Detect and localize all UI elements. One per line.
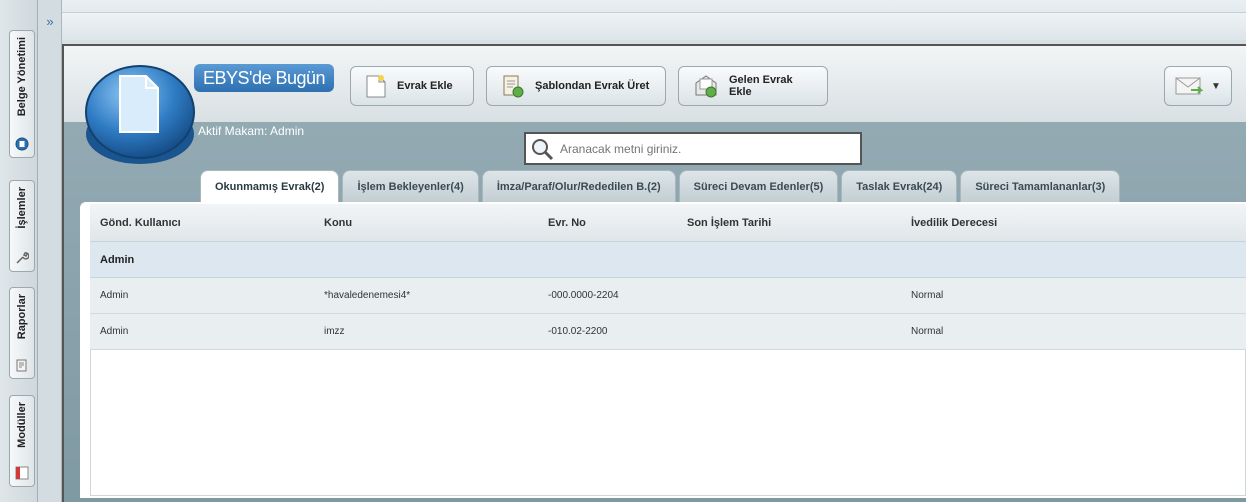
button-label: Şablondan Evrak Üret <box>535 80 650 92</box>
table-row[interactable]: Admin *havaledenemesi4* -000.0000-2204 N… <box>90 278 1246 314</box>
nav-label: Raporlar <box>16 294 28 340</box>
search-input[interactable] <box>560 141 850 156</box>
tab-sureci-devam-edenler[interactable]: Süreci Devam Edenler(5) <box>678 170 839 202</box>
wrench-icon <box>16 252 29 264</box>
cell-subject: *havaledenemesi4* <box>324 290 411 301</box>
cell-subject: imzz <box>324 326 345 337</box>
evrak-ekle-button[interactable]: Evrak Ekle <box>350 66 474 106</box>
column-header[interactable]: Konu <box>324 204 352 242</box>
tab-taslak-evrak[interactable]: Taslak Evrak(24) <box>841 170 958 202</box>
search-icon <box>532 138 554 160</box>
nav-label: Belge Yönetimi <box>16 37 28 117</box>
sablondan-evrak-uret-button[interactable]: Şablondan Evrak Üret <box>486 66 666 106</box>
report-icon <box>16 359 27 372</box>
cell-priority: Normal <box>911 326 944 337</box>
ebys-logo-icon <box>85 65 195 164</box>
main-panel: EBYS'de Bugün Aktif Makam: Admin Evrak E… <box>62 44 1246 502</box>
table-row[interactable]: Admin imzz -010.02-2200 Normal <box>90 314 1246 350</box>
module-icon <box>15 466 29 480</box>
left-nav: Belge Yönetimi İşlemler Raporlar Modülle… <box>0 0 38 502</box>
incoming-document-icon <box>695 75 717 98</box>
column-header[interactable]: İvedilik Derecesi <box>911 204 997 242</box>
cell-priority: Normal <box>911 290 944 301</box>
document-manager-icon <box>15 137 29 151</box>
column-header[interactable]: Gönd. Kullanıcı <box>100 204 181 242</box>
cell-sender: Admin <box>100 326 129 337</box>
tab-imza-paraf[interactable]: İmza/Paraf/Olur/Rededilen B.(2) <box>481 170 676 202</box>
group-row[interactable]: Admin <box>90 242 1246 278</box>
nav-label: Modüller <box>16 402 28 448</box>
app-title: EBYS'de Bugün <box>194 64 334 92</box>
search-box <box>524 132 862 165</box>
chevron-down-icon: ▼ <box>1211 80 1221 92</box>
tab-okunmamis-evrak[interactable]: Okunmamış Evrak(2) <box>200 170 340 202</box>
expand-icon[interactable]: » <box>38 14 62 29</box>
column-header[interactable]: Evr. No <box>548 204 586 242</box>
cell-doc-no: -000.0000-2204 <box>548 290 619 301</box>
nav-islemler[interactable]: İşlemler <box>9 180 35 272</box>
button-label: Gelen Evrak Ekle <box>729 74 793 98</box>
top-bar <box>62 0 1246 46</box>
new-document-icon <box>366 75 386 98</box>
nav-moduller[interactable]: Modüller <box>9 395 35 487</box>
nav-label: İşlemler <box>16 187 28 229</box>
active-makam: Aktif Makam: Admin <box>198 124 305 138</box>
template-document-icon <box>503 75 524 98</box>
column-header[interactable]: Son İşlem Tarihi <box>687 204 771 242</box>
nav-collapse-strip: » <box>38 0 62 502</box>
tab-islem-bekleyenler[interactable]: İşlem Bekleyenler(4) <box>342 170 479 202</box>
tab-bar: Okunmamış Evrak(2) İşlem Bekleyenler(4) … <box>200 170 1121 202</box>
document-table: Gönd. Kullanıcı Konu Evr. No Son İşlem T… <box>80 202 1246 498</box>
table-header: Gönd. Kullanıcı Konu Evr. No Son İşlem T… <box>90 204 1246 242</box>
mail-icon <box>1175 77 1204 95</box>
gelen-evrak-ekle-button[interactable]: Gelen Evrak Ekle <box>678 66 828 106</box>
group-label: Admin <box>100 254 135 266</box>
cell-sender: Admin <box>100 290 129 301</box>
nav-belge-yonetimi[interactable]: Belge Yönetimi <box>9 30 35 158</box>
table-empty-area <box>90 350 1246 496</box>
cell-doc-no: -010.02-2200 <box>548 326 608 337</box>
nav-raporlar[interactable]: Raporlar <box>9 287 35 379</box>
tab-sureci-tamamlananlar[interactable]: Süreci Tamamlananlar(3) <box>960 170 1121 202</box>
mail-menu-button[interactable]: ▼ <box>1164 66 1232 106</box>
button-label: Evrak Ekle <box>397 80 453 92</box>
